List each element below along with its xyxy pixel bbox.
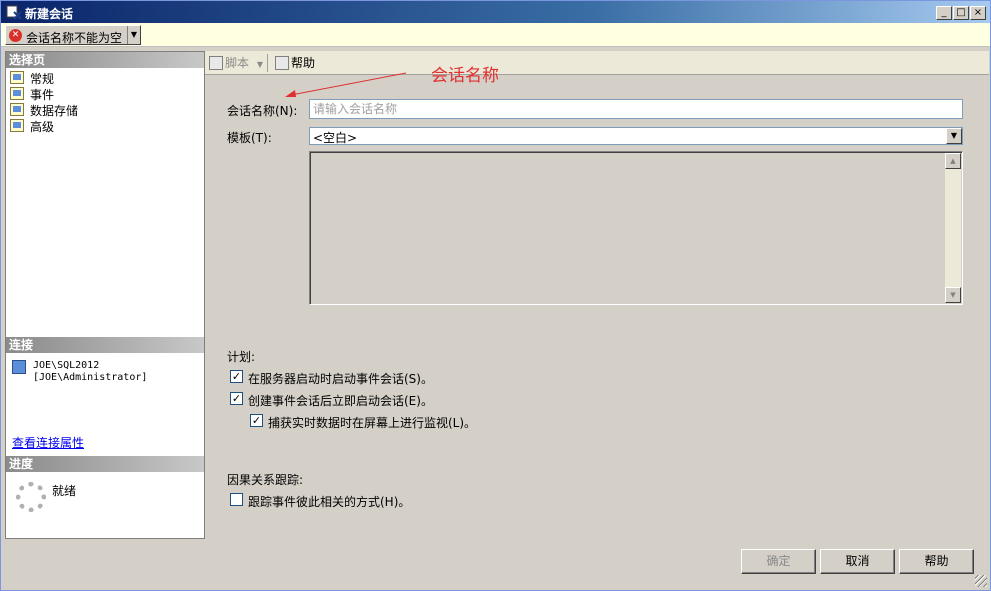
server-connection-icon	[12, 360, 26, 374]
connection-header: 连接	[6, 337, 204, 353]
annotation-label: 会话名称	[431, 66, 499, 86]
vertical-scrollbar[interactable]: ▲ ▼	[945, 153, 961, 303]
causality-header: 因果关系跟踪:	[227, 473, 304, 487]
schedule-header: 计划:	[227, 350, 256, 364]
page-item-label: 事件	[30, 88, 55, 102]
new-session-dialog: 新建会话 _ □ × ✕ 会话名称不能为空 ▼ 选择页 常规 事件 数据存储 高…	[0, 0, 991, 591]
view-connection-properties-link[interactable]: 查看连接属性	[12, 434, 84, 451]
annotation-arrow-icon	[285, 72, 407, 97]
maximize-button[interactable]: □	[953, 6, 969, 20]
start-immediately-label: 创建事件会话后立即启动会话(E)。	[248, 394, 433, 408]
left-pane: 选择页 常规 事件 数据存储 高级 连接 JOE\SQL2012 [JOE\Ad…	[5, 51, 205, 539]
script-icon	[209, 56, 223, 70]
help-button[interactable]: 帮助	[899, 549, 974, 574]
toolbar-separator	[267, 54, 268, 72]
template-label: 模板(T):	[227, 131, 272, 145]
page-icon	[10, 71, 24, 84]
page-icon	[10, 103, 24, 116]
scroll-down-icon[interactable]: ▼	[945, 287, 961, 303]
progress-spinner-icon	[16, 482, 46, 512]
watch-live-data-label: 捕获实时数据时在屏幕上进行监视(L)。	[268, 416, 477, 430]
template-description-box[interactable]: ▲ ▼	[309, 151, 963, 305]
template-value: <空白>	[313, 131, 358, 145]
page-item-advanced[interactable]: 高级	[10, 118, 190, 134]
title-bar[interactable]: 新建会话 _ □ ×	[1, 1, 990, 23]
chevron-down-icon[interactable]: ▼	[127, 26, 140, 44]
template-select[interactable]: <空白> ▼	[309, 127, 963, 145]
page-item-general[interactable]: 常规	[10, 70, 190, 86]
page-item-events[interactable]: 事件	[10, 86, 190, 102]
error-message: 会话名称不能为空	[26, 31, 123, 45]
watch-live-data-checkbox[interactable]: ✓	[250, 414, 263, 427]
ok-button[interactable]: 确定	[741, 549, 816, 574]
start-on-server-start-label: 在服务器启动时启动事件会话(S)。	[248, 372, 433, 386]
chevron-down-icon[interactable]: ▼	[257, 60, 263, 69]
page-icon	[10, 87, 24, 100]
track-causality-label: 跟踪事件彼此相关的方式(H)。	[248, 495, 411, 509]
start-on-server-start-checkbox[interactable]: ✓	[230, 370, 243, 383]
track-causality-checkbox[interactable]	[230, 493, 243, 506]
window-title: 新建会话	[25, 7, 74, 21]
script-label: 脚本	[225, 56, 250, 70]
progress-status: 就绪	[52, 484, 77, 498]
close-button[interactable]: ×	[970, 6, 986, 20]
progress-header: 进度	[6, 456, 204, 472]
page-item-data-storage[interactable]: 数据存储	[10, 102, 190, 118]
help-icon	[275, 56, 289, 70]
minimize-button[interactable]: _	[936, 6, 952, 20]
error-bar: ✕ 会话名称不能为空 ▼	[1, 23, 990, 47]
session-name-input[interactable]	[309, 99, 963, 119]
app-icon	[6, 5, 22, 20]
page-item-label: 常规	[30, 72, 55, 86]
error-icon: ✕	[9, 29, 22, 42]
scroll-up-icon[interactable]: ▲	[945, 153, 961, 169]
help-label: 帮助	[291, 56, 316, 70]
start-immediately-checkbox[interactable]: ✓	[230, 392, 243, 405]
page-item-label: 数据存储	[30, 104, 79, 118]
connection-user: [JOE\Administrator]	[33, 372, 148, 383]
connection-server: JOE\SQL2012	[33, 360, 100, 371]
page-icon	[10, 119, 24, 132]
chevron-down-icon[interactable]: ▼	[946, 128, 962, 144]
page-item-label: 高级	[30, 120, 55, 134]
error-message-dropdown[interactable]: ✕ 会话名称不能为空 ▼	[5, 25, 141, 45]
select-page-header: 选择页	[6, 52, 204, 68]
script-button[interactable]: 脚本 ▼	[209, 54, 263, 72]
session-name-label: 会话名称(N):	[227, 104, 298, 118]
resize-grip-icon[interactable]	[975, 575, 987, 587]
cancel-button[interactable]: 取消	[820, 549, 895, 574]
